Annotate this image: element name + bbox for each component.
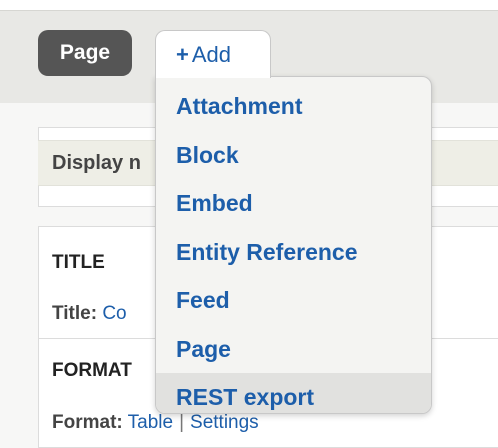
format-settings-link[interactable]: Settings	[190, 412, 259, 433]
title-row: Title: Co	[52, 303, 127, 325]
menu-item-block[interactable]: Block	[156, 131, 431, 180]
menu-item-attachment[interactable]: Attachment	[156, 82, 431, 131]
format-separator: |	[179, 412, 185, 433]
format-value-link[interactable]: Table	[128, 412, 173, 433]
menu-item-rest-export[interactable]: REST export	[156, 373, 431, 413]
format-row: Format: Table | Settings	[52, 412, 259, 434]
plus-icon: +	[176, 42, 189, 67]
add-button-label: Add	[191, 42, 232, 67]
menu-item-page[interactable]: Page	[156, 325, 431, 374]
menu-item-feed[interactable]: Feed	[156, 276, 431, 325]
format-key: Format:	[52, 412, 123, 433]
menu-item-embed[interactable]: Embed	[156, 179, 431, 228]
title-key: Title:	[52, 303, 98, 324]
display-name-label: Display n	[52, 152, 141, 174]
title-value-link[interactable]: Co	[102, 303, 126, 324]
format-section-heading: FORMAT	[52, 360, 132, 381]
page-heading-strip	[0, 0, 498, 10]
tab-page[interactable]: Page	[38, 30, 132, 76]
add-display-button[interactable]: + Add	[155, 30, 271, 78]
title-section-heading: TITLE	[52, 252, 105, 273]
menu-item-entity-reference[interactable]: Entity Reference	[156, 228, 431, 277]
add-display-menu: Attachment Block Embed Entity Reference …	[155, 76, 432, 414]
